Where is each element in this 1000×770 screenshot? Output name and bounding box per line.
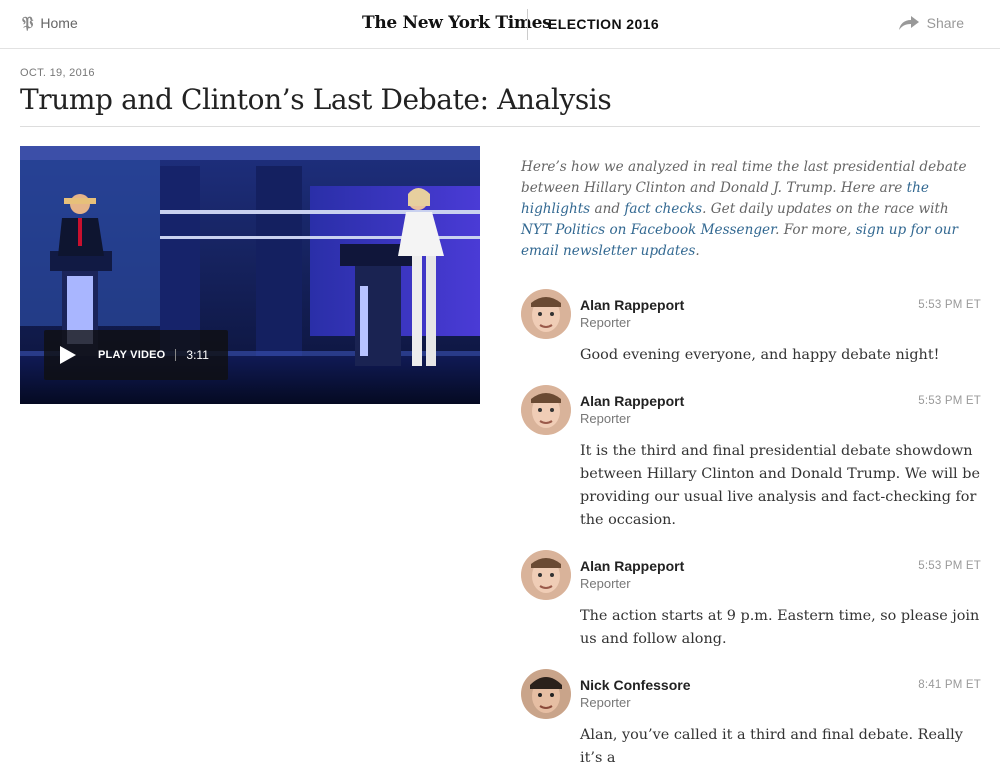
author-avatar[interactable] [521,550,571,600]
post-body: Good evening everyone, and happy debate … [580,347,940,363]
intro-text: . Get daily updates on the race with [702,200,949,217]
home-link[interactable]: 𝔓 Home [22,13,78,32]
author-name[interactable]: Alan Rappeport [580,558,684,574]
intro-text: . [695,242,700,259]
play-icon [60,346,76,364]
section-label[interactable]: ELECTION 2016 [548,16,659,32]
author-avatar[interactable] [521,385,571,435]
top-navigation-bar: 𝔓 Home The New York Times ELECTION 2016 … [0,0,1000,49]
header-divider [20,126,980,127]
post-body: It is the third and final presidential d… [580,443,980,528]
masthead-divider [527,9,528,40]
post-timestamp[interactable]: 8:41 PM ET [918,679,981,691]
share-label: Share [926,15,964,31]
author-name[interactable]: Alan Rappeport [580,297,684,313]
author-role: Reporter [580,315,631,330]
play-video-label: PLAY VIDEO [98,349,166,361]
author-name[interactable]: Nick Confessore [580,677,690,693]
nyt-t-icon: 𝔓 [22,13,34,32]
post-timestamp[interactable]: 5:53 PM ET [918,299,981,311]
messenger-link[interactable]: NYT Politics on Facebook Messenger [521,222,775,238]
fact-checks-link[interactable]: fact checks [624,201,702,217]
share-arrow-icon [898,16,919,30]
home-label: Home [40,15,78,31]
post-timestamp[interactable]: 5:53 PM ET [918,395,981,407]
intro-text: Here’s how we analyzed in real time the … [521,158,967,196]
nyt-masthead-logo[interactable]: The New York Times [362,13,552,33]
post-timestamp[interactable]: 5:53 PM ET [918,560,981,572]
post-body: The action starts at 9 p.m. Eastern time… [580,608,980,647]
intro-text: . For more, [775,221,856,238]
intro-text: and [590,200,625,217]
author-name[interactable]: Alan Rappeport [580,393,684,409]
article-headline: Trump and Clinton’s Last Debate: Analysi… [20,83,612,116]
article-date: OCT. 19, 2016 [20,67,95,79]
play-separator [175,349,177,361]
video-duration: 3:11 [186,348,209,362]
post-body: Alan, you’ve called it a third and final… [580,727,963,766]
author-avatar[interactable] [521,289,571,339]
intro-summary: Here’s how we analyzed in real time the … [521,157,971,262]
author-role: Reporter [580,576,631,591]
author-avatar[interactable] [521,669,571,719]
author-role: Reporter [580,411,631,426]
author-role: Reporter [580,695,631,710]
play-video-button[interactable]: PLAY VIDEO 3:11 [44,330,228,380]
share-button[interactable]: Share [898,15,964,31]
